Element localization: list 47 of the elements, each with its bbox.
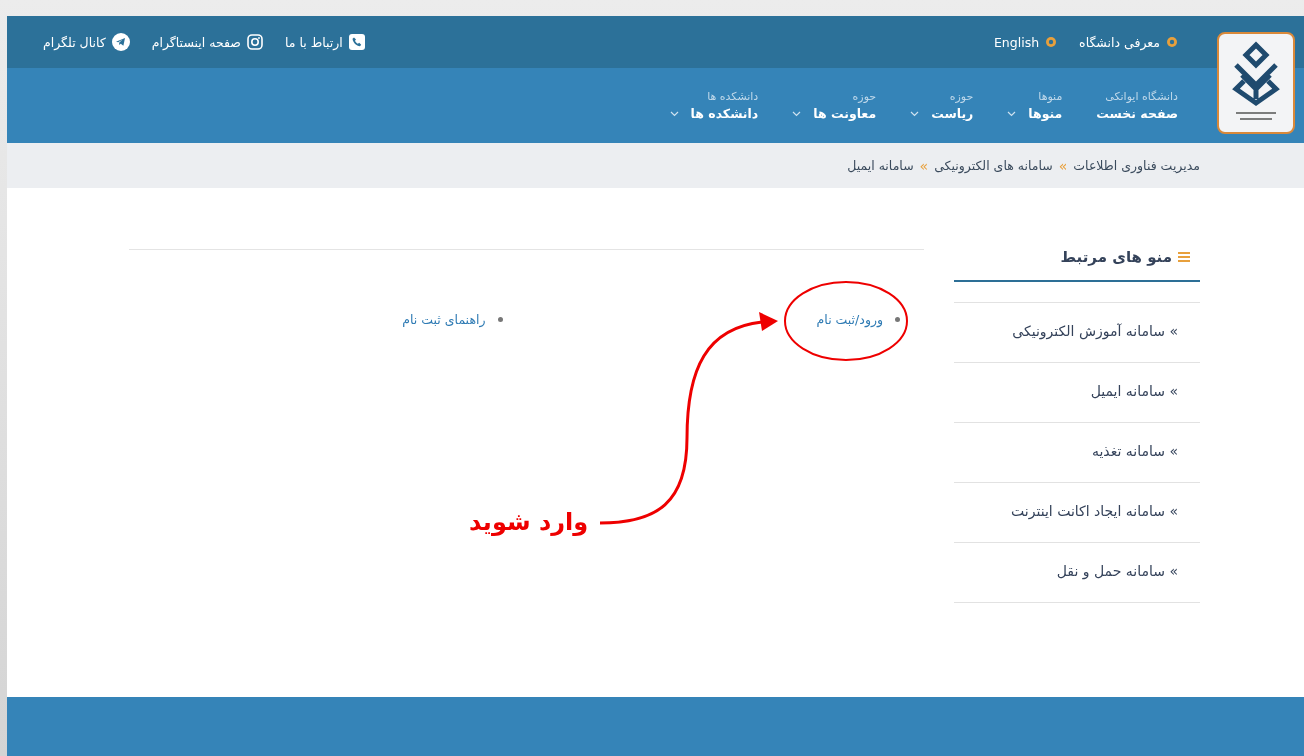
bullet-dot bbox=[497, 317, 503, 322]
sidebar-link[interactable]: » سامانه آموزش الکترونیکی bbox=[954, 303, 1200, 363]
top-link[interactable]: معرفی دانشگاه bbox=[1079, 34, 1178, 50]
instagram-icon bbox=[246, 34, 263, 50]
sidebar-link[interactable]: » سامانه حمل و نقل bbox=[954, 543, 1200, 603]
nav-item[interactable]: حوزه ریاست bbox=[910, 90, 974, 121]
nav-item[interactable]: دانشکده ها دانشکده ها bbox=[669, 90, 759, 121]
nav-caption: حوزه bbox=[851, 90, 877, 103]
chevron-down-icon bbox=[1007, 110, 1017, 117]
annotation-text: وارد شوید bbox=[469, 508, 589, 536]
nav-caption: دانشگاه ایوانکی bbox=[1104, 90, 1178, 103]
university-logo[interactable] bbox=[1217, 32, 1295, 134]
chevron-down-icon bbox=[910, 110, 920, 117]
menu-icon bbox=[1178, 251, 1190, 263]
nav-label: معاونت ها bbox=[792, 106, 877, 121]
chevron-down-icon bbox=[669, 110, 679, 117]
social-link[interactable]: کانال تلگرام bbox=[43, 33, 130, 51]
nav-caption: منوها bbox=[1037, 90, 1063, 103]
nav-label: دانشکده ها bbox=[669, 106, 759, 121]
phone-icon bbox=[348, 34, 365, 50]
sidebar-link[interactable]: » سامانه ایجاد اکانت اینترنت bbox=[954, 483, 1200, 543]
telegram-icon bbox=[111, 33, 130, 51]
breadcrumb-item[interactable]: سامانه های الکترونیکی bbox=[934, 158, 1053, 173]
bullet-dot bbox=[895, 317, 900, 322]
top-link[interactable]: English bbox=[993, 34, 1058, 50]
nav-item[interactable]: منوها منوها bbox=[1007, 90, 1063, 121]
bullet-icon bbox=[1166, 36, 1178, 48]
breadcrumb-separator: » bbox=[919, 157, 929, 174]
page-link[interactable]: راهنمای ثبت نام bbox=[402, 312, 486, 327]
bullet-icon bbox=[1045, 36, 1058, 48]
nav-label: ریاست bbox=[910, 106, 974, 121]
nav-caption: حوزه bbox=[948, 90, 974, 103]
nav-item[interactable]: حوزه معاونت ها bbox=[792, 90, 877, 121]
social-link[interactable]: صفحه اینستاگرام bbox=[151, 34, 263, 50]
sidebar-title: منو های مرتبط bbox=[1060, 248, 1172, 266]
chevron-down-icon bbox=[792, 110, 802, 117]
nav-label: منوها bbox=[1007, 106, 1063, 121]
nav-caption: دانشکده ها bbox=[706, 90, 759, 103]
social-link[interactable]: ارتباط با ما bbox=[284, 34, 365, 50]
breadcrumb-item[interactable]: سامانه ایمیل bbox=[847, 158, 914, 173]
nav-item[interactable]: دانشگاه ایوانکی صفحه نخست bbox=[1096, 90, 1178, 121]
breadcrumb-separator: » bbox=[1058, 157, 1068, 174]
sidebar-link[interactable]: » سامانه ایمیل bbox=[954, 363, 1200, 423]
breadcrumb-item[interactable]: مدیریت فناوری اطلاعات bbox=[1073, 158, 1200, 173]
page-link[interactable]: ورود/ثبت نام bbox=[816, 312, 883, 327]
sidebar-link[interactable]: » سامانه تغذیه bbox=[954, 423, 1200, 483]
nav-label: صفحه نخست bbox=[1096, 106, 1178, 121]
